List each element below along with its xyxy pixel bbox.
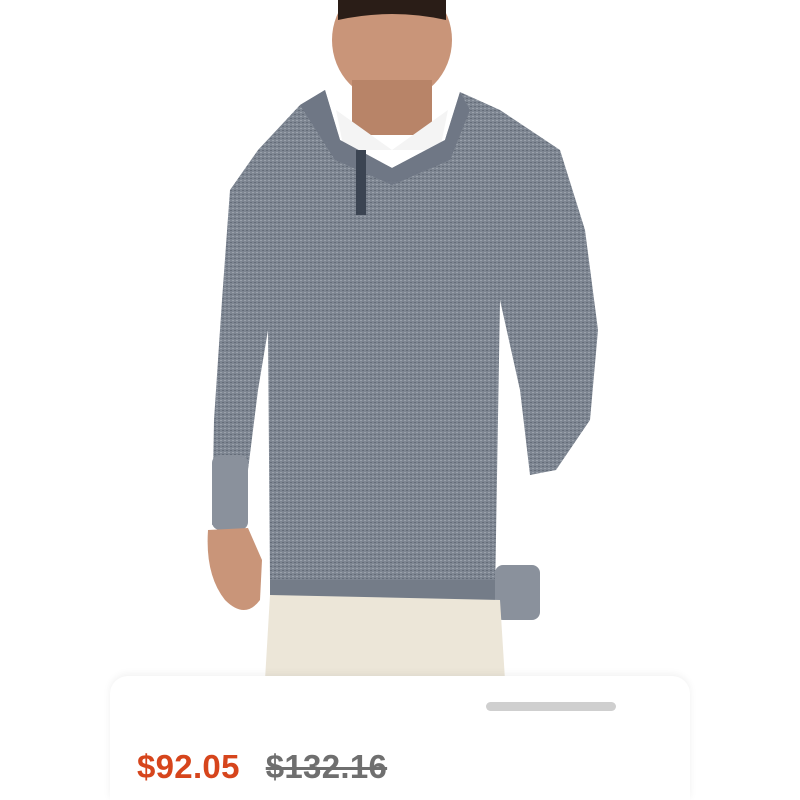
price-row: $92.05 $132.16: [137, 745, 387, 789]
product-image[interactable]: [110, 0, 690, 680]
sweater: [212, 90, 598, 620]
sale-price: $92.05: [137, 748, 240, 785]
pants: [265, 595, 505, 680]
original-price: $132.16: [265, 748, 388, 785]
model-head: [332, 0, 452, 135]
sheet-drag-handle[interactable]: [486, 702, 616, 711]
